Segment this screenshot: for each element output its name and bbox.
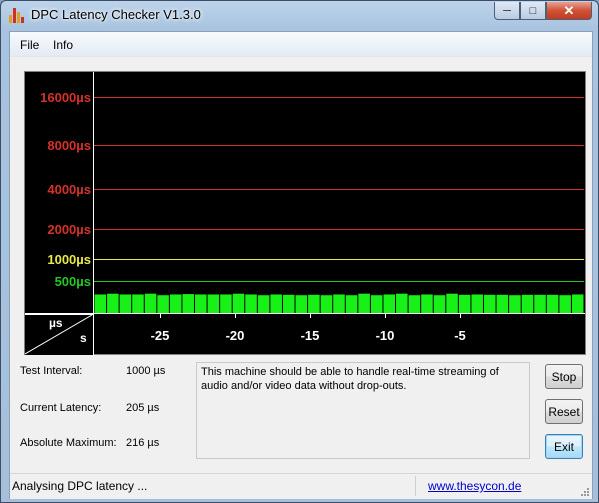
stop-button[interactable]: Stop <box>545 364 583 389</box>
latency-bar <box>546 294 559 313</box>
minimize-button[interactable]: ─ <box>494 2 520 20</box>
latency-bar <box>308 294 320 313</box>
status-separator <box>415 476 416 496</box>
latency-bar <box>496 294 509 313</box>
latency-bar <box>458 294 471 313</box>
latency-chart-svg: 500µs1000µs2000µs4000µs8000µs16000µs-30-… <box>25 72 585 354</box>
x-tick-label: -5 <box>454 328 466 343</box>
menu-info[interactable]: Info <box>53 38 73 52</box>
y-tick-label: 16000µs <box>40 90 91 105</box>
latency-bar <box>333 294 345 313</box>
website-link[interactable]: www.thesycon.de <box>428 479 521 493</box>
latency-bar <box>182 294 195 313</box>
latency-bar <box>396 293 408 313</box>
latency-bar <box>169 294 182 313</box>
latency-bar <box>471 294 483 313</box>
x-tick-label: -25 <box>151 328 170 343</box>
maximize-icon: □ <box>529 4 537 17</box>
current-latency-label: Current Latency: <box>20 402 102 414</box>
latency-bar <box>245 294 257 313</box>
test-interval-value: 1000 µs <box>126 365 166 377</box>
window-title: DPC Latency Checker V1.3.0 <box>31 7 201 22</box>
latency-bar <box>433 295 446 313</box>
latency-bar <box>446 293 458 313</box>
latency-bar <box>509 295 521 313</box>
latency-bar <box>207 294 220 313</box>
y-tick-label: 500µs <box>55 274 91 289</box>
close-button[interactable]: ✕ <box>546 2 592 20</box>
latency-bar <box>107 293 119 313</box>
y-tick-label: 1000µs <box>47 252 91 267</box>
latency-bar <box>534 294 546 313</box>
latency-bar <box>270 294 282 313</box>
latency-bar <box>257 295 270 313</box>
latency-bar <box>345 295 358 313</box>
latency-bar <box>383 294 396 313</box>
x-tick-label: -15 <box>301 328 320 343</box>
caption-buttons: ─ □ ✕ <box>494 2 592 21</box>
app-window: DPC Latency Checker V1.3.0 ─ □ ✕ File In… <box>0 0 599 503</box>
status-bar: Analysing DPC latency ... www.thesycon.d… <box>10 473 592 499</box>
absolute-maximum-value: 216 µs <box>126 437 160 449</box>
status-text: Analysing DPC latency ... <box>12 479 148 493</box>
latency-bar <box>195 294 207 313</box>
latency-bar <box>94 294 107 313</box>
current-latency-value: 205 µs <box>126 402 160 414</box>
latency-bar <box>358 293 370 313</box>
y-tick-label: 8000µs <box>47 138 91 153</box>
x-tick-label: -20 <box>226 328 245 343</box>
latency-bar <box>282 294 295 313</box>
client-area: File Info 500µs 1000µs 2000µs 4000µs 8000µs 1… <box>9 31 593 499</box>
title-bar[interactable]: DPC Latency Checker V1.3.0 ─ □ ✕ <box>1 1 598 29</box>
latency-bar <box>521 294 534 313</box>
latency-bar <box>119 294 132 313</box>
latency-graph: 500µs1000µs2000µs4000µs8000µs16000µs-30-… <box>24 71 586 355</box>
menu-bar: File Info <box>10 32 592 57</box>
test-interval-label: Test Interval: <box>20 365 83 377</box>
latency-bar <box>220 294 232 313</box>
latency-bar <box>370 295 383 313</box>
latency-bar <box>571 294 584 313</box>
latency-bar <box>559 295 571 313</box>
axis-unit-corner: µs s <box>25 314 94 355</box>
resize-grip-icon[interactable] <box>580 487 590 497</box>
close-icon: ✕ <box>563 2 575 18</box>
maximize-button[interactable]: □ <box>520 2 546 20</box>
minimize-icon: ─ <box>503 4 511 17</box>
absolute-maximum-label: Absolute Maximum: <box>20 437 117 449</box>
latency-bar <box>295 295 308 313</box>
latency-bar <box>408 295 421 313</box>
latency-bar <box>132 294 144 313</box>
y-tick-label: 2000µs <box>47 222 91 237</box>
latency-bar <box>421 294 433 313</box>
axis-unit-s: s <box>80 331 87 345</box>
latency-bar <box>320 295 333 313</box>
latency-bar <box>144 293 157 313</box>
y-tick-label: 4000µs <box>47 182 91 197</box>
latency-bar <box>483 294 496 313</box>
x-tick-label: -10 <box>376 328 395 343</box>
latency-bar <box>232 293 245 313</box>
menu-file[interactable]: File <box>20 38 39 52</box>
reset-button[interactable]: Reset <box>545 399 583 424</box>
app-logo-icon <box>9 8 25 23</box>
axis-unit-us: µs <box>49 316 63 330</box>
latency-bar <box>157 295 169 313</box>
status-message-box: This machine should be able to handle re… <box>196 362 530 459</box>
exit-button[interactable]: Exit <box>545 434 583 459</box>
